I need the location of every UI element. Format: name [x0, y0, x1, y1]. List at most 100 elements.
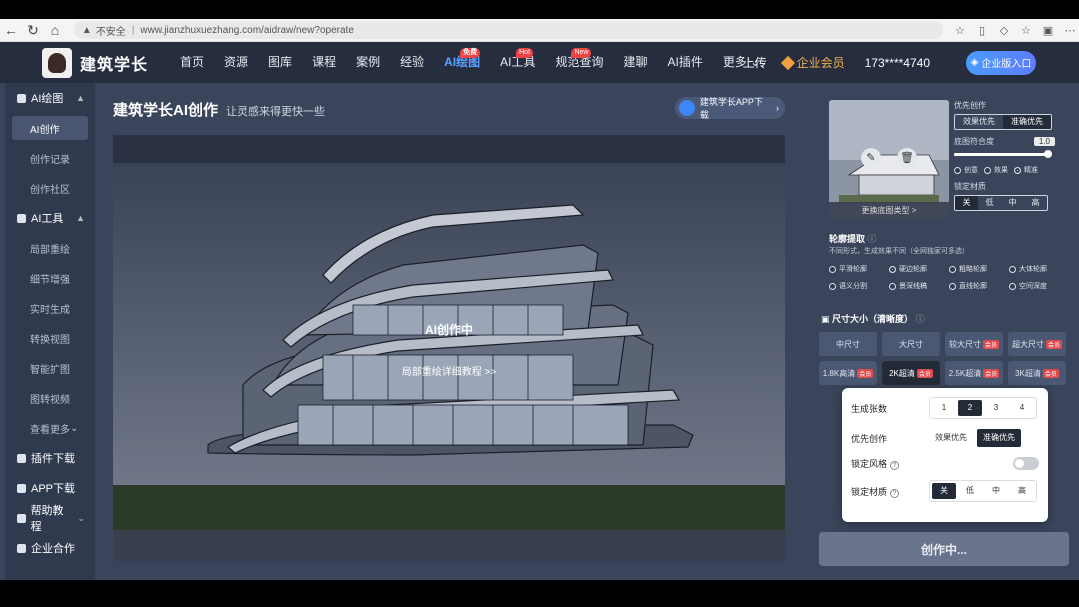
contour-option[interactable]: 硬边轮廓: [889, 264, 949, 274]
similarity-handle[interactable]: [1044, 150, 1052, 158]
favorites-icon[interactable]: ☆: [1017, 24, 1035, 37]
nav-item[interactable]: 案例: [346, 42, 390, 83]
sidebar-item[interactable]: 转换视图: [5, 323, 95, 353]
contour-option[interactable]: 空间深度: [1009, 281, 1069, 291]
similarity-value[interactable]: 1.0: [1033, 137, 1055, 146]
contour-option[interactable]: 直线轮廓: [949, 281, 1009, 291]
priority-option[interactable]: 效果优先: [955, 115, 1003, 129]
sidebar-item[interactable]: 智能扩图: [5, 353, 95, 383]
material-help-icon[interactable]: ?: [890, 488, 900, 498]
collections-icon[interactable]: ▣: [1039, 24, 1057, 37]
mode-option[interactable]: 精准: [1014, 165, 1038, 175]
contour-option[interactable]: 语义分割: [829, 281, 889, 291]
size-option[interactable]: 中尺寸: [819, 332, 877, 356]
priority-option[interactable]: 准确优先: [1003, 115, 1051, 129]
star-icon[interactable]: ☆: [951, 24, 969, 37]
sidebar-group[interactable]: AI绘图 ▲: [5, 83, 95, 113]
address-bar[interactable]: ▲ 不安全 | www.jianzhuxuezhang.com/aidraw/n…: [73, 21, 943, 39]
enterprise-button[interactable]: ◈ 企业版入口: [966, 50, 1036, 75]
size-option[interactable]: 2.5K超清 会员: [945, 361, 1003, 385]
contour-option[interactable]: 景深线稿: [889, 281, 949, 291]
contour-option[interactable]: 大体轮廓: [1009, 264, 1069, 274]
sidebar-item[interactable]: 创作记录: [5, 143, 95, 173]
sidebar-item[interactable]: 图转视频: [5, 383, 95, 413]
sidebar-group[interactable]: 插件下载: [5, 443, 95, 473]
sidebar-item[interactable]: AI创作: [12, 116, 88, 140]
sidebar-group[interactable]: AI工具 ▲: [5, 203, 95, 233]
popup-material-option[interactable]: 低: [958, 483, 982, 499]
nav-item[interactable]: AI工具 Hot: [490, 42, 545, 83]
back-icon[interactable]: ←: [0, 19, 22, 41]
nav-item[interactable]: AI插件: [658, 42, 713, 83]
count-option[interactable]: 3: [984, 400, 1008, 416]
enterprise-icon: ◈: [970, 57, 979, 68]
nav-item[interactable]: 图库: [258, 42, 302, 83]
sidebar-item[interactable]: 局部重绘: [5, 233, 95, 263]
popup-priority-option[interactable]: 效果优先: [929, 429, 973, 447]
nav-item[interactable]: 首页: [170, 42, 214, 83]
count-option[interactable]: 2: [958, 400, 982, 416]
tutorial-link[interactable]: 局部重绘详细教程 >>: [113, 363, 785, 378]
material-option[interactable]: 高: [1024, 196, 1047, 210]
contour-option-label: 空间深度: [1019, 283, 1047, 290]
popup-material-option[interactable]: 关: [932, 483, 956, 499]
change-base-link[interactable]: 更换底图类型 >: [829, 202, 949, 220]
material-lock-row: 锁定材质? 关低中高: [851, 480, 1039, 502]
home-icon[interactable]: ⌂: [44, 19, 66, 41]
user-phone[interactable]: 173****4740: [865, 56, 930, 70]
upload-link[interactable]: 上传: [743, 54, 767, 71]
mode-option[interactable]: 创意: [954, 165, 978, 175]
app-download-button[interactable]: 建筑学长APP下载 ›: [675, 97, 785, 120]
size-help-icon[interactable]: ⓘ: [916, 314, 925, 324]
nav-item[interactable]: AI绘图 免费: [434, 42, 490, 83]
sidebar-item[interactable]: 细节增强: [5, 263, 95, 293]
nav-item[interactable]: 资源: [214, 42, 258, 83]
delete-icon[interactable]: 🗑: [897, 148, 917, 168]
nav-item[interactable]: 课程: [302, 42, 346, 83]
sidebar-item[interactable]: 查看更多 ⌄: [5, 413, 95, 443]
material-option[interactable]: 低: [978, 196, 1001, 210]
popup-priority-option[interactable]: 准确优先: [977, 429, 1021, 447]
member-tag: 会员: [982, 339, 999, 349]
material-option[interactable]: 中: [1001, 196, 1024, 210]
sidebar-item[interactable]: 实时生成: [5, 293, 95, 323]
page-title-block: 建筑学长AI创作 让灵感来得更快一些: [113, 99, 325, 120]
extensions-icon[interactable]: ◇: [995, 24, 1013, 37]
similarity-slider[interactable]: [954, 150, 1052, 158]
size-option[interactable]: 3K超清 会员: [1008, 361, 1066, 385]
nav-item[interactable]: 经验: [390, 42, 434, 83]
popup-material-option[interactable]: 中: [984, 483, 1008, 499]
edit-icon[interactable]: ✎: [861, 148, 881, 168]
sidebar-group[interactable]: 帮助教程 ⌄: [5, 503, 95, 533]
render-canvas[interactable]: AI创作中 局部重绘详细教程 >>: [113, 135, 785, 561]
help-icon[interactable]: ⓘ: [868, 234, 877, 244]
vip-link[interactable]: 企业会员: [780, 54, 845, 71]
popup-material-option[interactable]: 高: [1010, 483, 1034, 499]
size-option[interactable]: 2K超清 会员: [882, 361, 940, 385]
brand-name[interactable]: 建筑学长: [80, 51, 148, 75]
create-button[interactable]: 创作中...: [819, 532, 1069, 566]
count-option[interactable]: 4: [1010, 400, 1034, 416]
style-help-icon[interactable]: ?: [890, 460, 900, 470]
contour-option[interactable]: 粗略轮廓: [949, 264, 1009, 274]
style-lock-toggle[interactable]: [1013, 456, 1039, 470]
size-option[interactable]: 较大尺寸 会员: [945, 332, 1003, 356]
size-option[interactable]: 超大尺寸 会员: [1008, 332, 1066, 356]
contour-option[interactable]: 平滑轮廓: [829, 264, 889, 274]
size-option[interactable]: 1.8K高清 会员: [819, 361, 877, 385]
reload-icon[interactable]: ↻: [22, 19, 44, 41]
nav-item[interactable]: 建聊: [613, 42, 657, 83]
plugin-icon: [17, 453, 26, 463]
sidebar-group[interactable]: 企业合作: [5, 533, 95, 563]
sidebar-item[interactable]: 创作社区: [5, 173, 95, 203]
sidebar-group[interactable]: APP下载: [5, 473, 95, 503]
size-option[interactable]: 大尺寸: [882, 332, 940, 356]
split-icon[interactable]: ▯: [973, 24, 991, 37]
count-option[interactable]: 1: [932, 400, 956, 416]
material-option[interactable]: 关: [955, 196, 978, 210]
logo-avatar[interactable]: [42, 47, 72, 78]
status-text: AI创作中: [424, 323, 473, 337]
mode-option[interactable]: 效果: [984, 165, 1008, 175]
nav-item[interactable]: 规范查询 New: [545, 42, 613, 83]
menu-icon[interactable]: ⋯: [1061, 24, 1079, 37]
